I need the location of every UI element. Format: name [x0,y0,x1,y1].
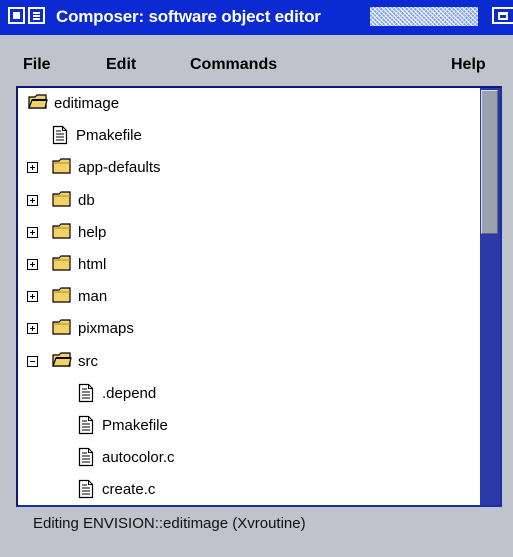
file-icon [78,479,94,503]
tree-item-label: editimage [54,95,120,112]
scrollbar-thumb[interactable] [481,90,498,234]
tree-item-label: help [78,223,107,241]
file-icon [78,415,94,439]
tree-item-label: html [78,256,107,273]
object-tree[interactable]: editimage Pmakefile app-defaults db help html… [16,86,502,507]
tree-item-label: man [78,288,108,306]
tree-item-label: create.c [102,481,156,499]
tree-item[interactable]: Pmakefile [18,121,478,151]
title-bar-stipple [370,7,478,26]
expand-icon[interactable] [27,226,38,238]
expand-icon[interactable] [27,259,38,270]
expand-icon[interactable] [27,323,38,335]
tree-item[interactable]: man [18,282,478,312]
window-title: Composer: software object editor [56,7,321,26]
folder-open-icon [52,351,72,373]
expand-icon[interactable] [27,162,38,174]
window-iconify-button[interactable] [28,7,45,24]
menu-commands[interactable]: Commands [190,57,277,73]
file-icon [78,383,94,407]
menu-edit[interactable]: Edit [106,57,136,73]
tree-item-label: db [78,191,95,209]
tree-item[interactable]: .depend [18,379,478,409]
tree-item-label: src [78,352,98,370]
file-icon [52,125,68,149]
tree-item[interactable]: html [18,250,478,280]
tree-item-label: Pmakefile [102,417,168,434]
file-icon [78,447,94,471]
tree-item[interactable]: Pmakefile [18,411,478,441]
tree-item[interactable]: app-defaults [18,153,478,183]
folder-icon [52,318,72,340]
folder-icon [52,190,72,212]
window-menu-button[interactable] [8,7,25,24]
folder-icon [52,157,72,179]
tree-item[interactable]: db [18,186,478,216]
tree-item-label: Pmakefile [76,127,142,145]
status-line: Editing ENVISION::editimage (Xvroutine) [33,515,306,532]
folder-icon [52,222,72,244]
tree-item[interactable]: create.c [18,475,478,505]
expand-icon[interactable] [27,291,38,303]
folder-icon [52,286,72,308]
tree-item[interactable]: pixmaps [18,314,478,344]
tree-item-label: app-defaults [78,159,161,177]
collapse-icon[interactable] [27,355,38,367]
folder-open-icon [28,93,48,115]
title-bar: Composer: software object editor [0,0,513,35]
menu-file[interactable]: File [23,57,51,73]
menu-bar: File Edit Commands Help [0,35,513,75]
tree-item-label: autocolor.c [102,449,175,467]
tree-item[interactable]: editimage [18,89,478,119]
vertical-scrollbar[interactable] [480,88,500,505]
window-maximize-button[interactable] [492,7,513,24]
menu-help[interactable]: Help [451,57,486,73]
expand-icon[interactable] [27,194,38,206]
tree-item[interactable]: src [18,347,478,377]
tree-item[interactable]: help [18,218,478,248]
folder-icon [52,254,72,276]
tree-item-label: pixmaps [78,320,134,338]
tree-item[interactable]: autocolor.c [18,443,478,473]
tree-item-label: .depend [102,384,157,402]
